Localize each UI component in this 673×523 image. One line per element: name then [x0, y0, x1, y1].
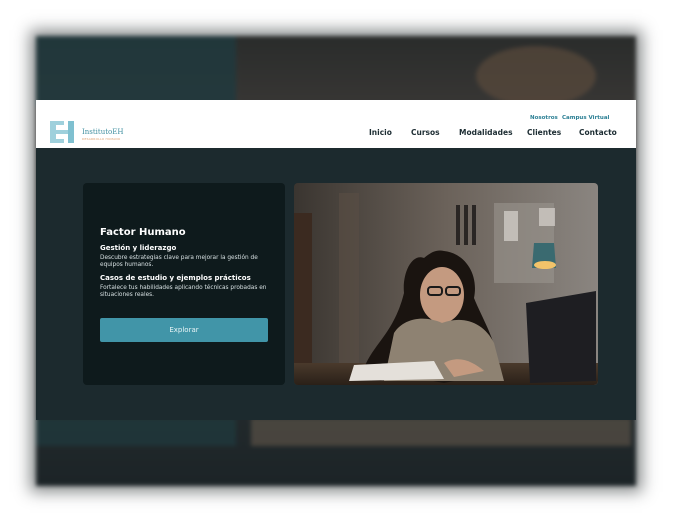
brand-tagline: DESARROLLO HUMANO — [82, 137, 121, 141]
nav-inicio[interactable]: Inicio — [369, 128, 392, 137]
nav-cursos[interactable]: Cursos — [411, 128, 440, 137]
nav-nosotros[interactable]: Nosotros — [530, 115, 558, 121]
nav-campus-virtual[interactable]: Campus Virtual — [562, 115, 609, 121]
section-title-casos: Casos de estudio y ejemplos prácticos — [100, 274, 251, 282]
webpage: InstitutoEH DESARROLLO HUMANO Nosotros C… — [36, 100, 636, 420]
hero-photo — [294, 183, 598, 385]
explorar-button[interactable]: Explorar — [100, 318, 268, 342]
section-title-gestion: Gestión y liderazgo — [100, 244, 177, 252]
hero-title: Factor Humano — [100, 227, 186, 238]
brand-name[interactable]: InstitutoEH — [82, 128, 123, 136]
hero-card: Factor Humano Gestión y liderazgo Descub… — [83, 183, 285, 385]
nav-clientes[interactable]: Clientes — [527, 128, 561, 137]
section-text-gestion: Descubre estrategias clave para mejorar … — [100, 255, 258, 268]
site-header: InstitutoEH DESARROLLO HUMANO Nosotros C… — [36, 100, 636, 148]
nav-contacto[interactable]: Contacto — [579, 128, 617, 137]
section-text-casos: Fortalece tus habilidades aplicando técn… — [100, 285, 267, 298]
eh-logo-icon[interactable] — [50, 121, 74, 143]
nav-modalidades[interactable]: Modalidades — [459, 128, 513, 137]
